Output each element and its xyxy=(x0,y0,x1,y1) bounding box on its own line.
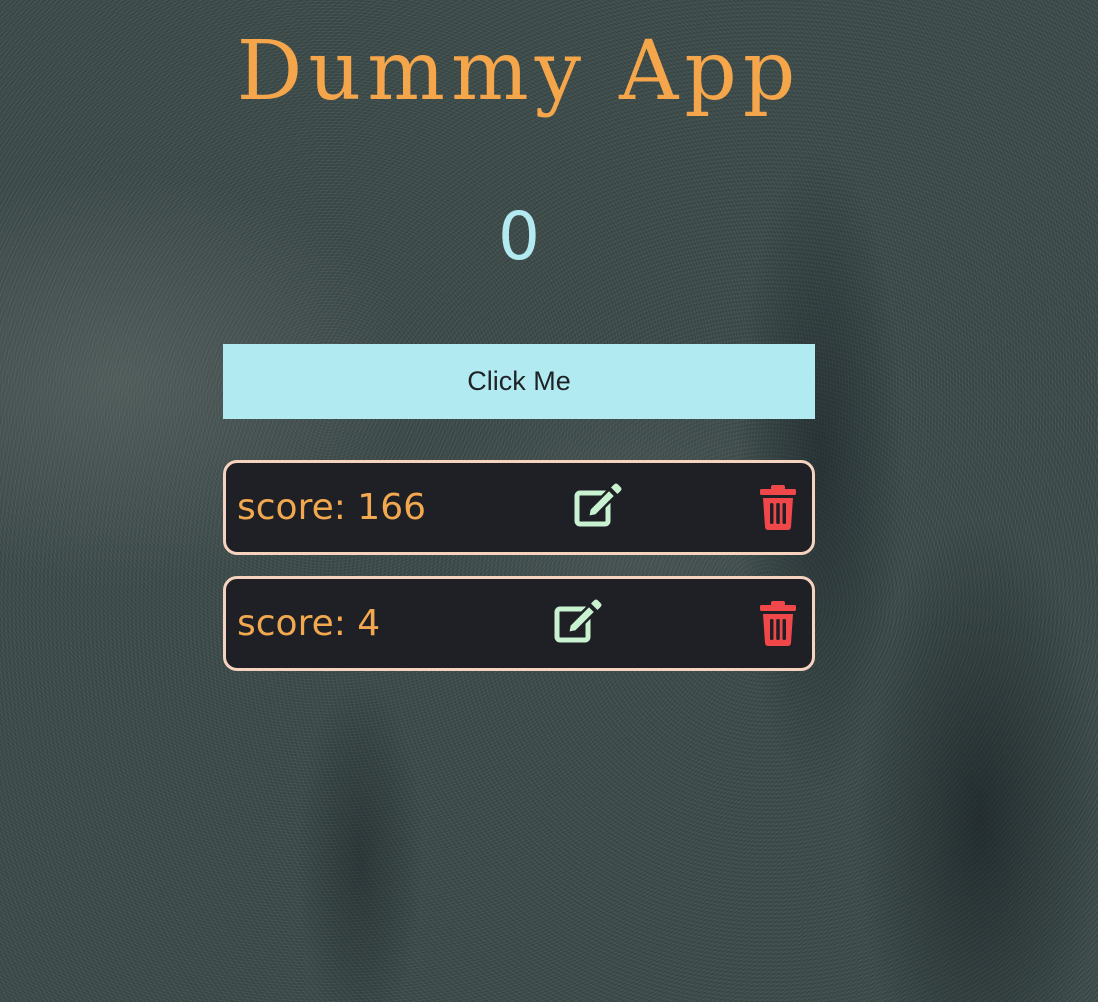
delete-button[interactable] xyxy=(752,481,804,533)
edit-button[interactable] xyxy=(572,481,624,533)
score-label: score: 166 xyxy=(237,487,427,528)
score-row: score: 166 xyxy=(223,460,815,555)
trash-icon xyxy=(752,481,804,533)
score-row: score: 4 xyxy=(223,576,815,671)
edit-icon xyxy=(572,481,624,533)
score-label: score: 4 xyxy=(237,603,381,644)
app-container: Dummy App 0 Click Me score: 166 score: 4 xyxy=(223,0,815,671)
click-me-button[interactable]: Click Me xyxy=(223,344,815,419)
trash-icon xyxy=(752,597,804,649)
edit-button[interactable] xyxy=(552,597,604,649)
counter-display: 0 xyxy=(498,198,540,275)
app-title: Dummy App xyxy=(236,24,802,119)
delete-button[interactable] xyxy=(752,597,804,649)
edit-icon xyxy=(552,597,604,649)
